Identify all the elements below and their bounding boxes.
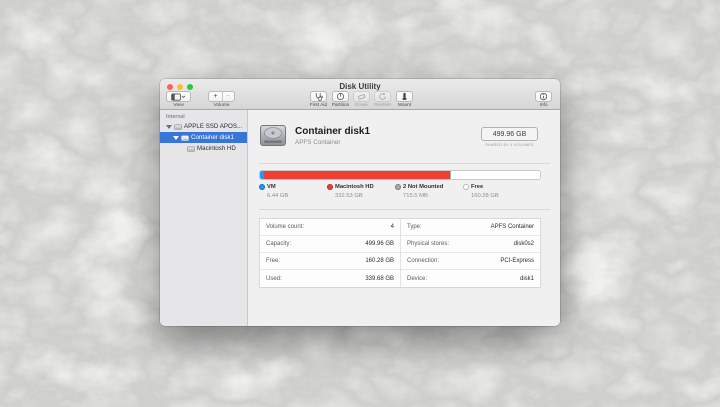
row-label: Used: xyxy=(266,275,282,282)
macintosh-hd-color-dot-icon xyxy=(327,184,333,190)
usage-bar xyxy=(259,170,541,180)
volume-button-group: + − xyxy=(208,91,235,102)
disk-icon xyxy=(174,123,182,130)
legend-name: 2 Not Mounted xyxy=(403,184,444,190)
size-badge: 499.96 GB xyxy=(481,127,538,141)
row-value: APFS Container xyxy=(490,224,534,230)
row-value: 160.28 GB xyxy=(365,258,394,264)
window-title: Disk Utility xyxy=(339,82,381,91)
details-table: Volume count: 4 Capacity: 499.96 GB Free: 1… xyxy=(259,218,541,288)
row-label: Volume count: xyxy=(266,224,305,230)
mount-icon xyxy=(402,92,407,100)
erase-icon xyxy=(358,94,366,100)
legend-item-free: Free 160.28 GB xyxy=(463,184,531,199)
row-value: PCI-Express xyxy=(500,258,534,264)
size-note: SHARED BY 4 VOLUMES xyxy=(485,143,534,147)
view-button-label: View xyxy=(173,103,184,108)
divider xyxy=(259,209,550,210)
info-label: Info xyxy=(539,103,548,108)
disclosure-triangle-icon[interactable] xyxy=(166,124,172,129)
details-left-column: Volume count: 4 Capacity: 499.96 GB Free: 1… xyxy=(260,219,400,287)
table-row: Volume count: 4 xyxy=(260,219,400,236)
legend-name: VM xyxy=(267,184,276,190)
disclosure-triangle-icon[interactable] xyxy=(173,135,179,140)
row-value: 4 xyxy=(390,224,394,230)
sidebar-item-label: Container disk1 xyxy=(191,134,234,141)
row-label: Free: xyxy=(266,258,281,264)
window-chrome: Disk Utility View + − Volume First Aid P… xyxy=(160,79,560,110)
volume-icon xyxy=(187,145,195,152)
partition-icon xyxy=(336,92,345,101)
remove-volume-button[interactable]: − xyxy=(221,92,234,101)
legend-value: 6.44 GB xyxy=(267,193,289,199)
row-value: disk0s2 xyxy=(513,241,534,247)
legend-name: Macintosh HD xyxy=(335,184,374,190)
chevron-down-icon xyxy=(181,95,186,99)
not-mounted-color-dot-icon xyxy=(395,184,401,190)
table-row: Free: 160.28 GB xyxy=(260,253,400,270)
add-volume-button[interactable]: + xyxy=(210,92,222,101)
table-row: Device: disk1 xyxy=(401,270,540,287)
device-title: Container disk1 xyxy=(295,126,371,137)
legend-name: Free xyxy=(471,184,484,190)
legend-value: 715.5 MB xyxy=(403,193,428,199)
sidebar: Internal APPLE SSD APOS... Container dis… xyxy=(160,110,248,326)
minus-icon: − xyxy=(225,93,231,100)
plus-icon: + xyxy=(213,93,218,100)
legend-value: 160.28 GB xyxy=(471,193,499,199)
legend-item-not-mounted: 2 Not Mounted 715.5 MB xyxy=(395,184,463,199)
table-row: Physical stores: disk0s2 xyxy=(401,236,540,253)
restore-button[interactable] xyxy=(374,91,391,102)
sidebar-item-apple-ssd[interactable]: APPLE SSD APOS... xyxy=(160,121,247,132)
table-row: Used: 339.68 GB xyxy=(260,270,400,287)
erase-button[interactable] xyxy=(353,91,370,102)
details-right-column: Type: APFS Container Physical stores: disk… xyxy=(400,219,540,287)
partition-button[interactable] xyxy=(332,91,349,102)
info-button[interactable] xyxy=(535,91,552,102)
legend-item-macintosh-hd: Macintosh HD 332.53 GB xyxy=(327,184,395,199)
table-row: Type: APFS Container xyxy=(401,219,540,236)
sidebar-item-label: Macintosh HD xyxy=(197,145,236,152)
sidebar-section-internal: Internal xyxy=(166,114,185,120)
table-row: Connection: PCI-Express xyxy=(401,253,540,270)
row-label: Device: xyxy=(407,275,428,282)
info-icon xyxy=(539,92,548,101)
device-subtitle: APFS Container xyxy=(295,139,341,146)
container-disk-icon xyxy=(260,125,286,146)
legend-value: 332.53 GB xyxy=(335,193,363,199)
usage-legend: VM 6.44 GB Macintosh HD 332.53 GB 2 Not … xyxy=(259,184,541,199)
sidebar-toggle-icon xyxy=(171,92,181,101)
row-label: Capacity: xyxy=(266,241,292,247)
mount-button[interactable] xyxy=(396,91,413,102)
table-row: Capacity: 499.96 GB xyxy=(260,236,400,253)
row-label: Physical stores: xyxy=(407,241,450,247)
row-value: disk1 xyxy=(519,275,534,282)
restore-icon xyxy=(379,92,386,100)
main-panel: Container disk1 APFS Container 499.96 GB… xyxy=(249,110,560,326)
row-label: Connection: xyxy=(407,258,440,264)
row-value: 339.68 GB xyxy=(365,275,394,282)
sidebar-item-label: APPLE SSD APOS... xyxy=(184,123,243,130)
free-color-dot-icon xyxy=(463,184,469,190)
first-aid-icon xyxy=(315,93,323,101)
view-button[interactable] xyxy=(166,91,191,102)
first-aid-button[interactable] xyxy=(310,91,327,102)
mount-label: Mount xyxy=(397,103,412,108)
row-label: Type: xyxy=(407,224,422,230)
legend-item-vm: VM 6.44 GB xyxy=(259,184,327,199)
vm-color-dot-icon xyxy=(259,184,265,190)
sidebar-item-container-disk1[interactable]: Container disk1 xyxy=(160,132,247,143)
disk-utility-window: Disk Utility View + − Volume First Aid P… xyxy=(160,79,560,326)
volume-group-label: Volume xyxy=(213,103,230,108)
row-value: 499.96 GB xyxy=(365,241,394,247)
divider xyxy=(259,163,550,164)
sidebar-item-macintosh-hd[interactable]: Macintosh HD xyxy=(160,143,247,154)
disk-icon xyxy=(181,134,189,141)
